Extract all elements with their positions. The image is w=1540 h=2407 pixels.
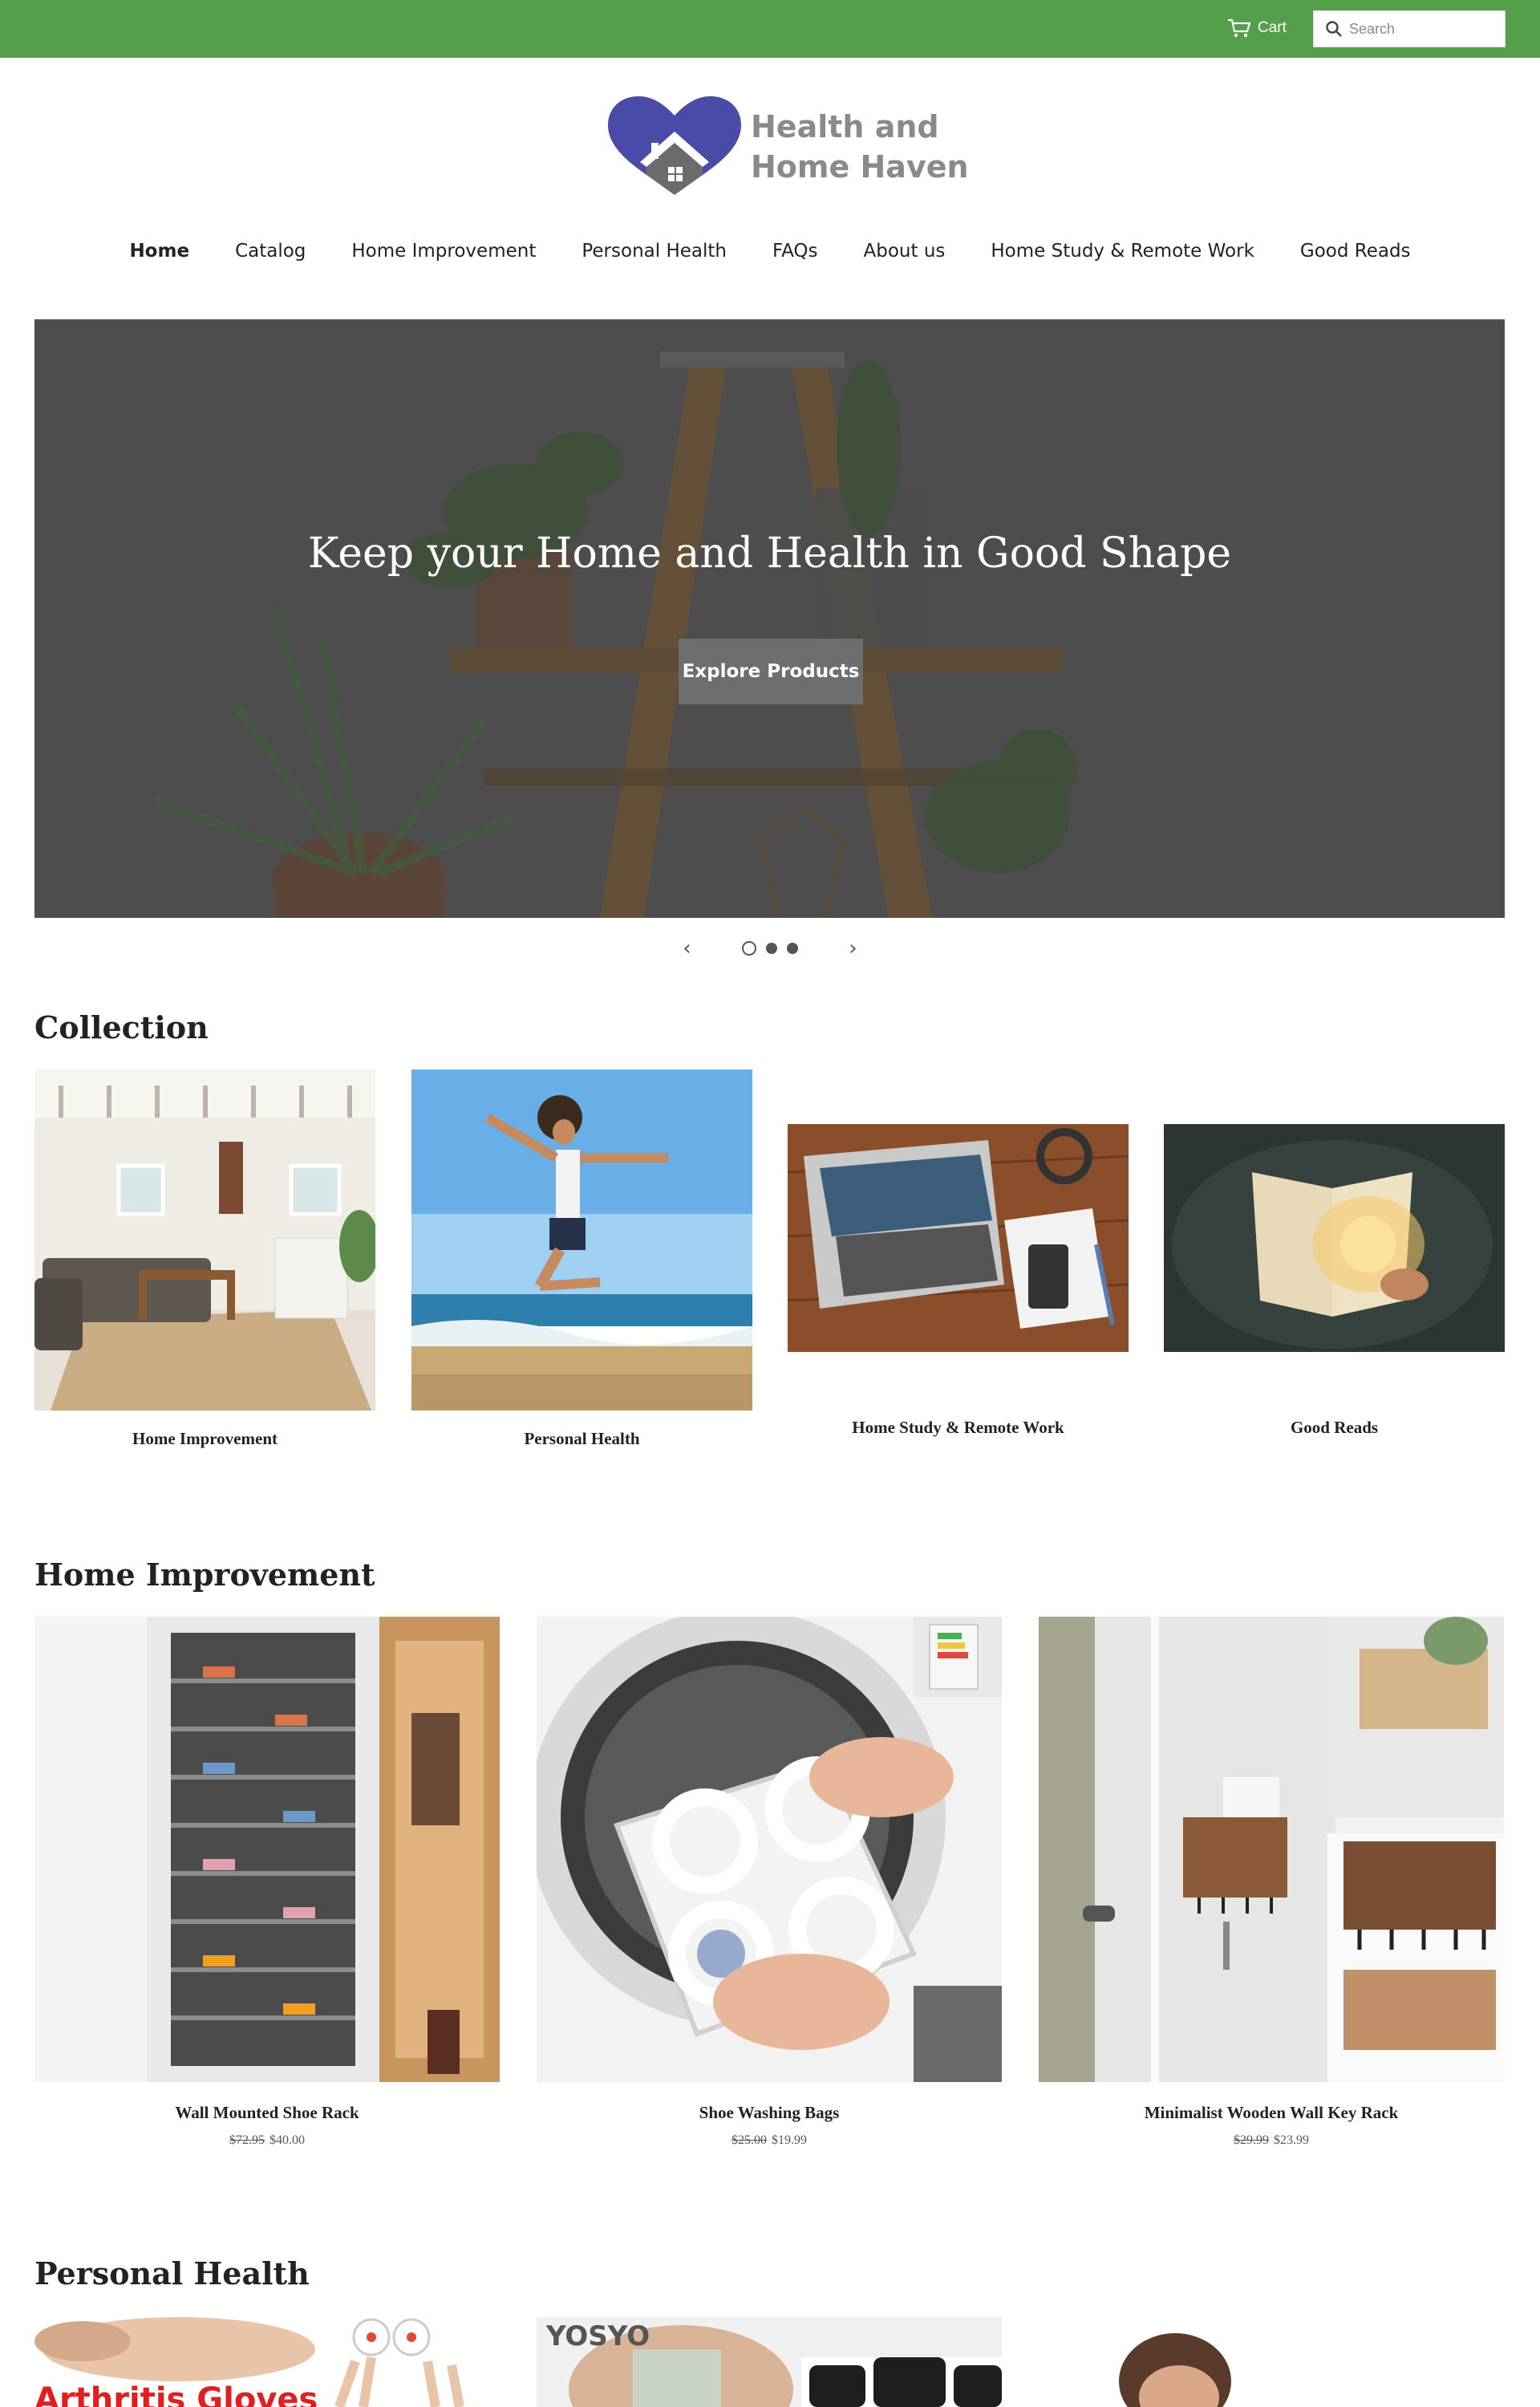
nav-personal-health[interactable]: Personal Health <box>582 241 727 273</box>
collection-home-improvement[interactable]: Home Improvement <box>34 1070 375 1455</box>
cart-label: Cart <box>1258 19 1287 36</box>
product-card[interactable]: Shoe Washing Bags $25.00 $19.99 <box>537 1617 1002 2162</box>
nav-home-improvement[interactable]: Home Improvement <box>351 241 536 273</box>
product-old-price: $72.95 <box>229 2133 265 2147</box>
product-old-price: $25.00 <box>732 2133 767 2147</box>
cart-icon <box>1228 18 1251 38</box>
slider-dot-3[interactable] <box>787 943 798 954</box>
nav-good-reads[interactable]: Good Reads <box>1300 241 1411 273</box>
hero-image <box>34 319 1505 918</box>
arthritis-gloves-text: Arthritis Gloves <box>34 2381 318 2407</box>
logo-text: Health and Home Haven <box>751 107 969 187</box>
search-input[interactable] <box>1349 20 1497 38</box>
product-image-woman <box>1039 2317 1504 2407</box>
logo-heart-icon <box>608 96 741 195</box>
chevron-left-icon: ‹ <box>683 936 691 960</box>
product-sale-price: $23.99 <box>1274 2133 1309 2147</box>
collection-image-living-room <box>34 1070 375 1411</box>
product-image-massager[interactable] <box>1039 2317 1504 2407</box>
slider-dot-1[interactable] <box>742 941 756 956</box>
product-card[interactable]: Wall Mounted Shoe Rack $72.95 $40.00 <box>34 1617 500 2162</box>
product-image-arthritis-gloves[interactable]: Arthritis Gloves <box>34 2317 500 2407</box>
collection-label-good-reads: Good Reads <box>1290 1418 1379 1437</box>
slider-dot-2[interactable] <box>766 943 777 954</box>
chevron-right-icon: › <box>849 936 857 960</box>
collection-home-study[interactable]: Home Study & Remote Work <box>788 1124 1129 1453</box>
cart-link[interactable]: Cart <box>1227 16 1287 40</box>
brand-text: YOSYO <box>546 2320 650 2352</box>
collection-image-beach-jump <box>411 1070 752 1411</box>
nav-faqs[interactable]: FAQs <box>772 241 818 273</box>
nav-home[interactable]: Home <box>129 241 189 273</box>
product-image-shoe-rack <box>34 1617 500 2082</box>
hero-title: Keep your Home and Health in Good Shape <box>307 530 1232 578</box>
collection-label-home-study: Home Study & Remote Work <box>852 1418 1064 1437</box>
slider-prev-button[interactable]: ‹ <box>674 932 700 964</box>
explore-products-button[interactable]: Explore Products <box>679 639 863 704</box>
product-price: $72.95 $40.00 <box>34 2133 500 2148</box>
logo-line-2: Home Haven <box>751 149 969 185</box>
personal-health-title: Personal Health <box>34 2255 310 2291</box>
collection-image-open-book <box>1164 1124 1505 1352</box>
product-name: Minimalist Wooden Wall Key Rack <box>1144 2103 1399 2122</box>
product-name: Wall Mounted Shoe Rack <box>175 2103 359 2122</box>
collection-good-reads[interactable]: Good Reads <box>1164 1124 1505 1453</box>
slider-dots <box>742 941 798 956</box>
product-price: $29.99 $23.99 <box>1039 2133 1504 2148</box>
product-old-price: $29.99 <box>1234 2133 1269 2147</box>
nav-home-study[interactable]: Home Study & Remote Work <box>991 241 1254 273</box>
nav-catalog[interactable]: Catalog <box>235 241 306 273</box>
product-name: Shoe Washing Bags <box>699 2103 840 2122</box>
product-sale-price: $19.99 <box>772 2133 807 2147</box>
product-sale-price: $40.00 <box>270 2133 305 2147</box>
product-image-key-rack <box>1039 1617 1504 2082</box>
top-bar: Cart <box>0 0 1540 58</box>
nav-about-us[interactable]: About us <box>864 241 946 273</box>
main-nav: Home Catalog Home Improvement Personal H… <box>0 241 1540 273</box>
collection-label-home-improvement: Home Improvement <box>132 1429 278 1448</box>
slider-next-button[interactable]: › <box>840 932 866 964</box>
product-card[interactable]: Minimalist Wooden Wall Key Rack $29.99 $2… <box>1039 1617 1504 2162</box>
product-image-shoe-washing-bag <box>537 1617 1002 2082</box>
collection-personal-health[interactable]: Personal Health <box>411 1070 752 1455</box>
search-box[interactable] <box>1313 10 1506 47</box>
home-improvement-title: Home Improvement <box>34 1557 375 1593</box>
collection-image-laptop-desk <box>788 1124 1129 1352</box>
collection-label-personal-health: Personal Health <box>524 1429 640 1448</box>
product-image-ems-trainer[interactable]: YOSYO <box>537 2317 1002 2407</box>
collection-title: Collection <box>34 1009 209 1045</box>
site-logo[interactable]: Health and Home Haven <box>606 95 969 199</box>
hero-slideshow: Keep your Home and Health in Good Shape … <box>34 319 1505 918</box>
slider-controls: ‹ › <box>674 932 866 964</box>
search-icon <box>1326 21 1342 37</box>
product-price: $25.00 $19.99 <box>537 2133 1002 2148</box>
logo-line-1: Health and <box>751 109 939 144</box>
